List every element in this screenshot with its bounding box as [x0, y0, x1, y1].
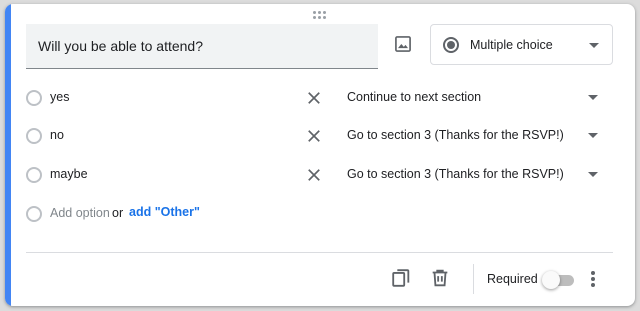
go-to-section-label: Go to section 3 (Thanks for the RSVP!): [347, 128, 564, 142]
arrow-drop-down-icon: [588, 172, 598, 177]
radio-icon: [26, 90, 42, 106]
content-copy-icon[interactable]: [390, 267, 412, 289]
question-title-field[interactable]: Will you be able to attend?: [26, 24, 378, 69]
close-icon[interactable]: [305, 166, 323, 184]
option-row: no Go to section 3 (Thanks for the RSVP!…: [5, 122, 635, 152]
required-toggle[interactable]: [542, 271, 574, 289]
add-option-button[interactable]: Add option: [50, 206, 110, 220]
toggle-knob: [542, 271, 560, 289]
arrow-drop-down-icon: [588, 95, 598, 100]
required-label: Required: [487, 272, 538, 286]
image-icon[interactable]: [393, 34, 413, 54]
go-to-section-dropdown[interactable]: Continue to next section: [335, 84, 605, 112]
radio-icon: [26, 128, 42, 144]
go-to-section-label: Go to section 3 (Thanks for the RSVP!): [347, 167, 564, 181]
close-icon[interactable]: [305, 89, 323, 107]
option-label[interactable]: maybe: [50, 167, 88, 181]
more-vert-icon[interactable]: [583, 268, 603, 290]
go-to-section-label: Continue to next section: [347, 90, 482, 104]
arrow-drop-down-icon: [589, 43, 599, 48]
go-to-section-dropdown[interactable]: Go to section 3 (Thanks for the RSVP!): [335, 161, 605, 189]
radio-button-checked-icon: [443, 37, 459, 53]
radio-icon: [26, 206, 42, 222]
radio-icon: [26, 167, 42, 183]
add-other-link[interactable]: add "Other": [129, 205, 200, 219]
option-row: yes Continue to next section: [5, 84, 635, 114]
footer-vertical-divider: [473, 264, 474, 294]
add-option-row: Add option or add "Other": [5, 200, 635, 230]
arrow-drop-down-icon: [588, 133, 598, 138]
question-type-label: Multiple choice: [470, 38, 553, 52]
footer-divider: [26, 252, 613, 253]
option-row: maybe Go to section 3 (Thanks for the RS…: [5, 161, 635, 191]
or-label: or: [112, 206, 124, 220]
go-to-section-dropdown[interactable]: Go to section 3 (Thanks for the RSVP!): [335, 122, 605, 150]
close-icon[interactable]: [305, 127, 323, 145]
option-label[interactable]: yes: [50, 90, 69, 104]
option-label[interactable]: no: [50, 128, 64, 142]
question-title-text: Will you be able to attend?: [38, 38, 203, 54]
question-card: Will you be able to attend? Multiple cho…: [5, 4, 635, 306]
drag-handle-icon[interactable]: [310, 10, 330, 20]
question-type-dropdown[interactable]: Multiple choice: [430, 24, 613, 65]
delete-icon[interactable]: [429, 267, 451, 289]
active-indicator-bar: [5, 4, 11, 306]
